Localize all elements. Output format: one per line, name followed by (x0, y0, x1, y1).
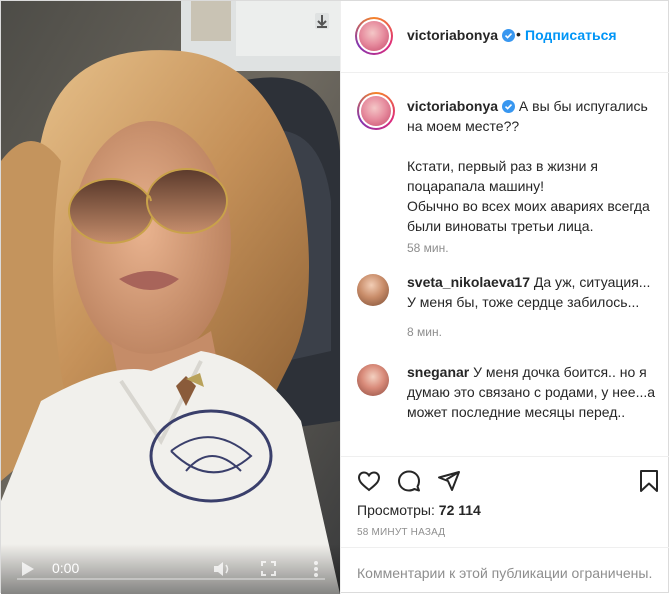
comment-username[interactable]: sveta_nikolaeva17 (407, 274, 530, 290)
author-username-text: victoriabonya (407, 27, 499, 43)
caption-line3: Обычно во всех моих авариях всегда были … (407, 198, 650, 234)
caption-line2: Кстати, первый раз в жизни я поцарапала … (407, 158, 598, 194)
views-count: Просмотры: 72 114 (357, 502, 481, 518)
video-time: 0:00 (52, 560, 80, 576)
fullscreen-icon[interactable] (261, 561, 276, 576)
follow-button[interactable]: Подписаться (525, 27, 617, 43)
comment-item: sneganar У меня дочка боится.. но я дума… (357, 362, 661, 452)
video-progress-bar[interactable] (17, 578, 325, 580)
comments-list: victoriabonya А вы бы испугались на моем… (341, 74, 669, 456)
verified-icon (502, 29, 516, 42)
caption-avatar[interactable] (357, 92, 395, 130)
comment-text: sveta_nikolaeva17 Да уж, ситуация... У м… (407, 272, 661, 312)
separator-dot: • (516, 26, 521, 42)
post-video[interactable]: 0:00 (1, 1, 340, 594)
views-label: Просмотры: (357, 502, 435, 518)
comment-avatar[interactable] (357, 364, 389, 396)
post-side-panel: victoriabonya • Подписаться victoriabony… (340, 1, 669, 594)
caption: victoriabonya А вы бы испугались на моем… (357, 92, 661, 256)
caption-text: victoriabonya А вы бы испугались на моем… (407, 96, 661, 236)
comment-avatar[interactable] (357, 274, 389, 306)
views-number: 72 114 (438, 502, 481, 518)
posted-time: 58 МИНУТ НАЗАД (357, 527, 446, 538)
heart-icon[interactable] (357, 469, 381, 493)
bookmark-icon[interactable] (637, 469, 661, 493)
download-icon[interactable] (312, 11, 332, 31)
verified-icon (502, 100, 516, 113)
video-controls: 0:00 (1, 544, 340, 594)
comment-item: sveta_nikolaeva17 Да уж, ситуация... У м… (357, 272, 661, 342)
comment-time: 8 мин. (407, 325, 442, 339)
caption-time: 58 мин. (407, 241, 449, 255)
comment-username[interactable]: sneganar (407, 364, 469, 380)
comment-icon[interactable] (397, 469, 421, 493)
play-icon[interactable] (21, 561, 35, 577)
share-icon[interactable] (437, 469, 461, 493)
restricted-text: Комментарии к этой публикации ограничены… (357, 565, 653, 581)
volume-icon[interactable] (213, 560, 233, 578)
video-frame-image (1, 1, 340, 594)
author-username[interactable]: victoriabonya (407, 27, 516, 43)
comment-text: sneganar У меня дочка боится.. но я дума… (407, 362, 661, 422)
more-icon[interactable] (313, 560, 319, 578)
post-header: victoriabonya • Подписаться (341, 1, 669, 73)
caption-username[interactable]: victoriabonya (407, 98, 498, 114)
comments-restricted: Комментарии к этой публикации ограничены… (341, 547, 669, 594)
post-dialog: 0:00 victoriabonya • Подписаться victori… (0, 0, 669, 594)
avatar[interactable] (355, 17, 393, 55)
post-actions: Просмотры: 72 114 58 МИНУТ НАЗАД (341, 456, 669, 546)
